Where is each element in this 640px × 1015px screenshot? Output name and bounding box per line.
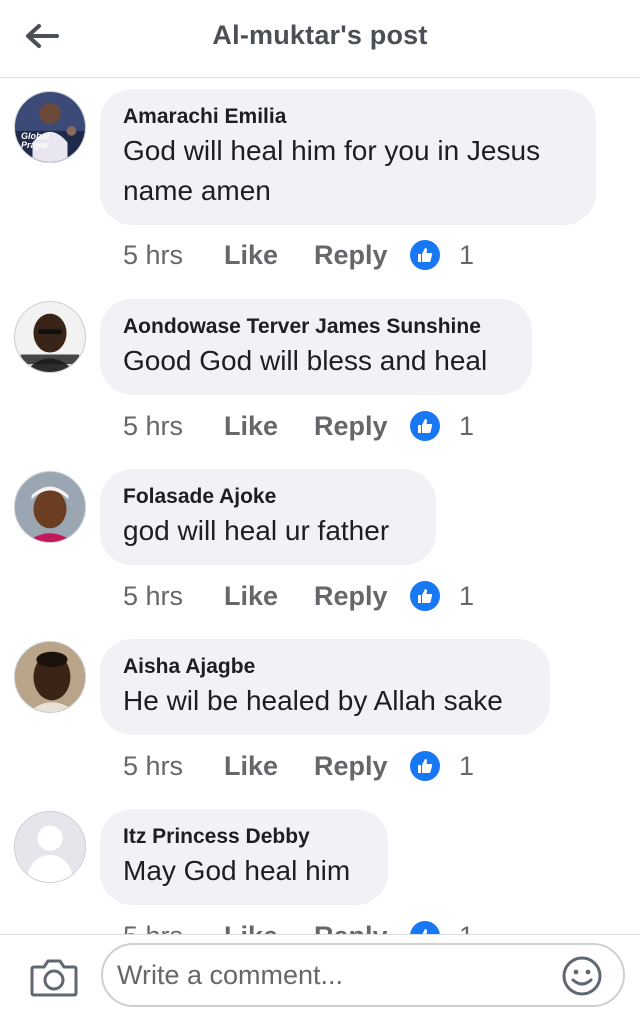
thumbs-up-icon: [410, 411, 440, 441]
comment-bubble[interactable]: Aisha Ajagbe He wil be healed by Allah s…: [100, 639, 550, 735]
thumbs-up-icon: [410, 240, 440, 270]
reply-button[interactable]: Reply: [314, 921, 410, 935]
avatar-image: [15, 92, 85, 162]
reaction-summary[interactable]: 1: [410, 581, 474, 612]
reply-button[interactable]: Reply: [314, 581, 410, 612]
comment-author[interactable]: Folasade Ajoke: [123, 483, 412, 511]
comment-bubble[interactable]: Folasade Ajoke god will heal ur father: [100, 469, 436, 565]
avatar-image: [15, 302, 85, 372]
like-button[interactable]: Like: [224, 751, 314, 782]
comment-text: May God heal him: [123, 855, 351, 886]
comment-actions: 5 hrs Like Reply 1: [123, 916, 474, 934]
avatar-overlay-text: Global Prayer: [21, 131, 50, 150]
like-button[interactable]: Like: [224, 411, 314, 442]
reaction-summary[interactable]: 1: [410, 240, 474, 271]
reply-button[interactable]: Reply: [314, 751, 410, 782]
comment-time[interactable]: 5 hrs: [123, 751, 224, 782]
comment-time[interactable]: 5 hrs: [123, 411, 224, 442]
comment-actions: 5 hrs Like Reply 1: [123, 746, 474, 786]
comment-bubble[interactable]: Aondowase Terver James Sunshine Good God…: [100, 299, 532, 395]
camera-icon: [30, 959, 78, 997]
top-bar: Al-muktar's post: [0, 0, 640, 78]
reaction-summary[interactable]: 1: [410, 921, 474, 935]
like-button[interactable]: Like: [224, 240, 314, 271]
comment-input[interactable]: [101, 943, 625, 1007]
comment-composer: [0, 934, 640, 1015]
comment-list[interactable]: Global Prayer Amarachi Emilia God will h…: [0, 79, 640, 934]
comment-text: Good God will bless and heal: [123, 345, 488, 376]
comment-actions: 5 hrs Like Reply 1: [123, 235, 474, 275]
reaction-summary[interactable]: 1: [410, 751, 474, 782]
reaction-summary[interactable]: 1: [410, 411, 474, 442]
comment-time[interactable]: 5 hrs: [123, 921, 224, 935]
comment-author[interactable]: Aisha Ajagbe: [123, 653, 526, 681]
avatar-image: [15, 642, 85, 712]
reaction-count: 1: [459, 580, 475, 611]
camera-button[interactable]: [30, 957, 78, 997]
reaction-count: 1: [459, 750, 475, 781]
comment-actions: 5 hrs Like Reply 1: [123, 576, 474, 616]
thumbs-up-icon: [410, 581, 440, 611]
comment-bubble[interactable]: Amarachi Emilia God will heal him for yo…: [100, 89, 596, 225]
comment-text: god will heal ur father: [123, 515, 390, 546]
reaction-count: 1: [459, 239, 475, 270]
avatar[interactable]: [14, 811, 86, 883]
reply-button[interactable]: Reply: [314, 240, 410, 271]
reaction-count: 1: [459, 921, 474, 935]
comment-time[interactable]: 5 hrs: [123, 240, 224, 271]
comment-actions: 5 hrs Like Reply 1: [123, 406, 474, 446]
avatar[interactable]: Global Prayer: [14, 91, 86, 163]
emoji-icon: [562, 956, 602, 996]
comment-bubble[interactable]: Itz Princess Debby May God heal him: [100, 809, 388, 905]
comment-time[interactable]: 5 hrs: [123, 581, 224, 612]
avatar[interactable]: [14, 301, 86, 373]
avatar-image: [15, 472, 85, 542]
avatar[interactable]: [14, 471, 86, 543]
like-button[interactable]: Like: [224, 581, 314, 612]
comment-text: God will heal him for you in Jesus name …: [123, 135, 541, 206]
reply-button[interactable]: Reply: [314, 411, 410, 442]
comment-author[interactable]: Amarachi Emilia: [123, 103, 572, 131]
emoji-button[interactable]: [561, 955, 603, 997]
avatar[interactable]: [14, 641, 86, 713]
page-title: Al-muktar's post: [212, 20, 428, 50]
comment-text: He wil be healed by Allah sake: [123, 685, 503, 716]
like-button[interactable]: Like: [224, 921, 314, 935]
thumbs-up-icon: [410, 751, 440, 781]
default-avatar-icon: [15, 812, 85, 882]
thumbs-up-icon: [410, 921, 440, 934]
comment-author[interactable]: Aondowase Terver James Sunshine: [123, 313, 508, 341]
reaction-count: 1: [459, 410, 475, 441]
comment-author[interactable]: Itz Princess Debby: [123, 823, 364, 851]
